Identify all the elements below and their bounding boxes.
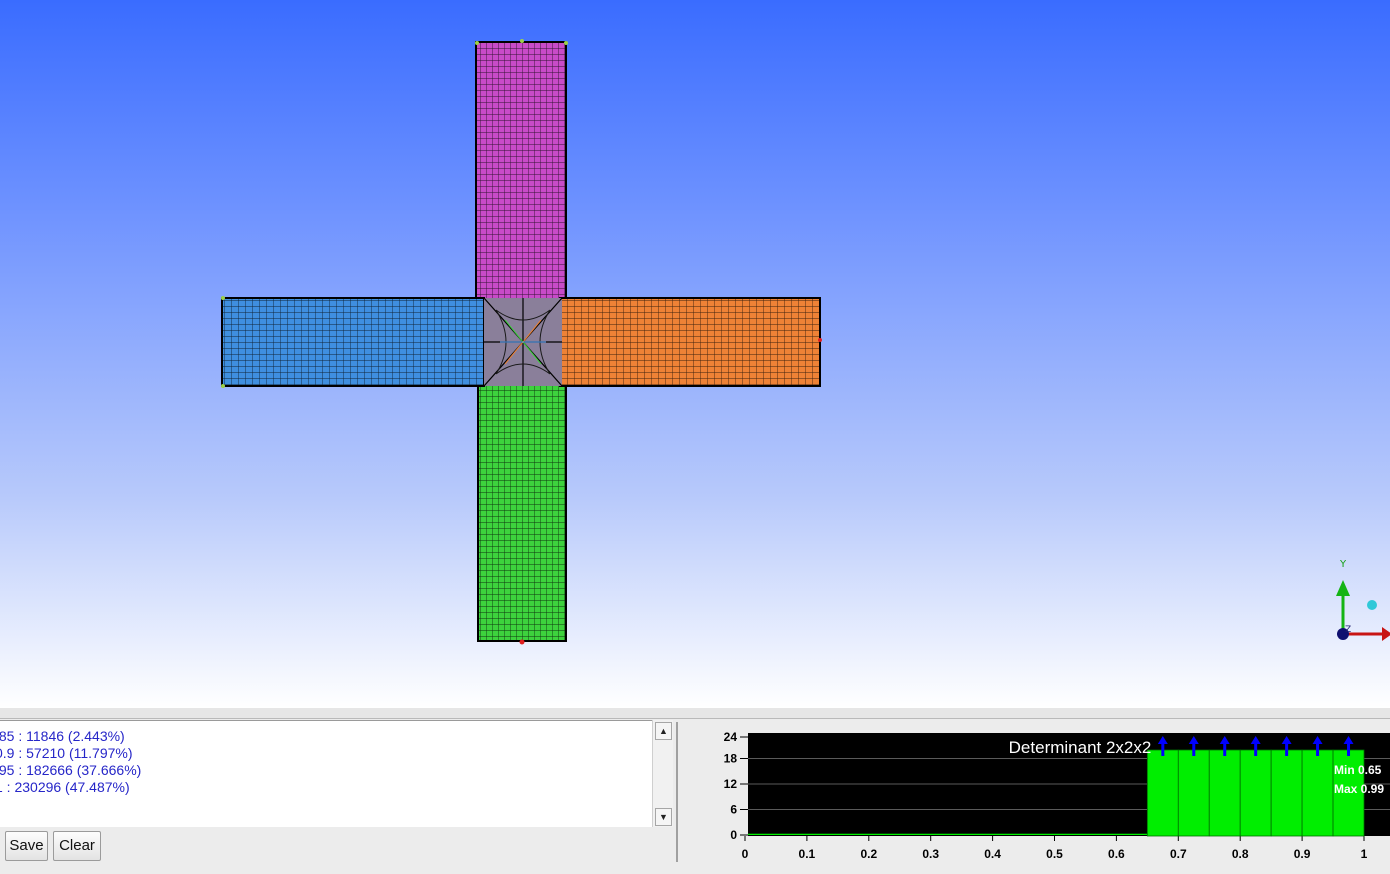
x-tick-label: 0.7	[1170, 847, 1187, 861]
quality-histogram[interactable]: 24 18 12 6 0 0 0.1 0.2 0.3 0.4 0.5 0.6 0.7 0.8 0.9 1 Det…	[680, 722, 1390, 869]
baseline-bar	[748, 833, 1148, 835]
console-scrollbar[interactable]: ▲ ▼	[652, 720, 673, 828]
chart-title: Determinant 2x2x2	[1009, 738, 1152, 757]
x-tick-label: 0.3	[922, 847, 939, 861]
histogram-bar	[1177, 749, 1210, 837]
histogram-bar	[1208, 749, 1241, 837]
save-button[interactable]: Save	[5, 831, 48, 861]
right-pipe-mesh[interactable]	[559, 297, 821, 387]
mesh-view[interactable]: Y Z	[0, 0, 1390, 708]
histogram-bar	[1146, 749, 1179, 837]
log-line: 0.9 : 57210 (11.797%)	[0, 745, 133, 761]
log-console[interactable]: .85 : 11846 (2.443%) 0.9 : 57210 (11.797…	[0, 720, 655, 828]
log-line: 1 : 230296 (47.487%)	[0, 779, 130, 795]
junction-mesh[interactable]	[483, 297, 563, 387]
top-pipe-mesh[interactable]	[475, 41, 567, 301]
x-tick-label: 0.2	[860, 847, 877, 861]
min-stat: Min 0.65	[1334, 763, 1382, 777]
x-tick-label: 0.4	[984, 847, 1001, 861]
y-tick-label: 18	[724, 752, 738, 766]
x-tick-label: 0.6	[1108, 847, 1125, 861]
vertical-separator[interactable]	[676, 722, 678, 862]
clear-button[interactable]: Clear	[53, 831, 101, 861]
x-tick-label: 0.1	[799, 847, 816, 861]
bottom-pipe-mesh[interactable]	[477, 382, 567, 642]
x-tick-label: 0.8	[1232, 847, 1249, 861]
console-button-bar: Save Clear	[0, 827, 676, 869]
x-tick-label: 0.9	[1294, 847, 1311, 861]
histogram-bar	[1270, 749, 1303, 837]
x-tick-label: 0.5	[1046, 847, 1063, 861]
left-pipe-mesh[interactable]	[221, 297, 485, 387]
log-line: .85 : 11846 (2.443%)	[0, 728, 125, 744]
y-tick-label: 6	[730, 803, 737, 817]
y-tick-label: 12	[724, 777, 738, 791]
3d-viewport[interactable]: Y Z	[0, 0, 1390, 708]
y-tick-label: 24	[724, 730, 738, 744]
y-axis-label: Y	[1339, 559, 1347, 570]
log-line: .95 : 182666 (37.666%)	[0, 762, 142, 778]
histogram-bar	[1301, 749, 1334, 837]
x-tick-label: 0	[742, 847, 749, 861]
max-stat: Max 0.99	[1334, 782, 1384, 796]
histogram-bar	[1239, 749, 1272, 837]
axis-triad[interactable]: Y Z	[1336, 559, 1390, 641]
z-axis-label: Z	[1345, 625, 1351, 635]
scroll-up-button[interactable]: ▲	[655, 722, 672, 740]
x-tick-label: 1	[1361, 847, 1368, 861]
pane-splitter[interactable]	[0, 708, 1390, 719]
y-tick-label: 0	[730, 828, 737, 842]
scroll-down-button[interactable]: ▼	[655, 808, 672, 826]
